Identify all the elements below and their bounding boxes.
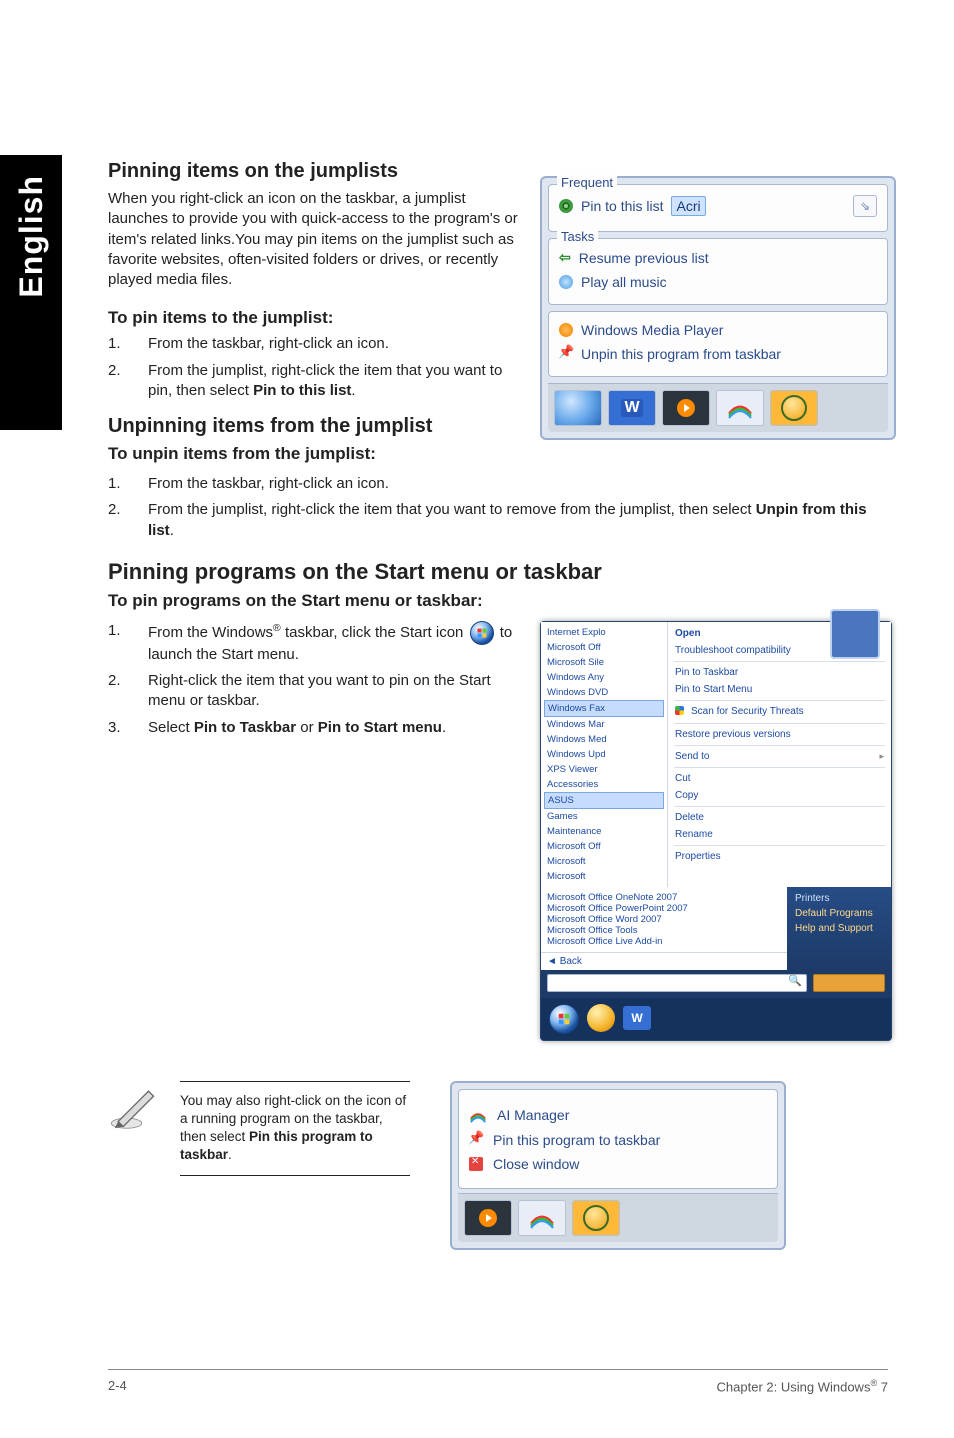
- jumplist-group-frequent: Frequent: [557, 175, 617, 190]
- jumplist-group-tasks: Tasks: [557, 229, 598, 244]
- history-icon: [559, 199, 573, 213]
- ai-suite-icon[interactable]: [770, 390, 818, 426]
- note-text: You may also right-click on the icon of …: [180, 1081, 410, 1176]
- ctx-sendto[interactable]: Send to▸: [670, 748, 889, 765]
- pin-item-app[interactable]: AI Manager: [469, 1102, 767, 1128]
- pin-item-pin[interactable]: Pin this program to taskbar: [469, 1128, 767, 1152]
- heading-pin-jumplist: Pinning items on the jumplists: [108, 160, 524, 183]
- ai-manager-icon: [469, 1106, 487, 1124]
- list-num: 1.: [108, 474, 126, 494]
- wmp-taskbar-icon[interactable]: [464, 1200, 512, 1236]
- start-menu-screenshot: Internet Explo Microsoft Off Microsoft S…: [540, 621, 892, 1041]
- start-right-link[interactable]: Printers: [793, 891, 885, 906]
- language-label: English: [13, 175, 50, 298]
- word-icon[interactable]: W: [608, 390, 656, 426]
- pin-program-screenshot: AI Manager Pin this program to taskbar C…: [450, 1081, 786, 1250]
- ctx-rename[interactable]: Rename: [670, 826, 889, 843]
- ai-manager-icon[interactable]: [518, 1200, 566, 1236]
- list-item: 1. From the Windows® taskbar, click the …: [108, 621, 524, 665]
- language-tab: English: [0, 155, 62, 430]
- play-icon: [559, 275, 573, 289]
- chapter-title: Chapter 2: Using Windows® 7: [717, 1378, 888, 1394]
- list-item: 3. Select Pin to Taskbar or Pin to Start…: [108, 718, 524, 738]
- start-orb-icon[interactable]: [549, 1004, 579, 1034]
- unpin-icon: [559, 347, 573, 361]
- resume-icon: ⇦: [559, 249, 571, 266]
- list-item: 1. From the taskbar, right-click an icon…: [108, 334, 524, 354]
- ctx-scan[interactable]: Scan for Security Threats: [670, 703, 889, 721]
- ai-suite-icon[interactable]: [572, 1200, 620, 1236]
- ctx-delete[interactable]: Delete: [670, 809, 889, 826]
- ctx-pin-start[interactable]: Pin to Start Menu: [670, 681, 889, 698]
- start-right-link[interactable]: Help and Support: [793, 921, 885, 936]
- heading-pin-programs: Pinning programs on the Start menu or ta…: [108, 559, 890, 585]
- list-num: 2.: [108, 361, 126, 402]
- ctx-restore[interactable]: Restore previous versions: [670, 726, 889, 743]
- start-left-pane: Internet Explo Microsoft Off Microsoft S…: [541, 622, 668, 887]
- ctx-properties[interactable]: Properties: [670, 848, 889, 865]
- list-num: 2.: [108, 500, 126, 541]
- wmp-icon: [559, 323, 573, 337]
- ctx-pin-taskbar[interactable]: Pin to Taskbar: [670, 664, 889, 681]
- user-avatar: [830, 609, 880, 659]
- jumplist-item-playall[interactable]: Play all music: [557, 270, 879, 294]
- list-num: 3.: [108, 718, 126, 738]
- shutdown-button[interactable]: [813, 974, 885, 992]
- start-orb-icon: [470, 621, 494, 645]
- jumplist-screenshot: Frequent Pin to this list Acri ⇘ Tasks ⇦…: [540, 176, 896, 440]
- heading-unpin-howto: To unpin items from the jumplist:: [108, 444, 524, 464]
- para-pin-jumplist-intro: When you right-click an icon on the task…: [108, 189, 524, 290]
- taskbar: W: [548, 383, 888, 432]
- ctx-cut[interactable]: Cut: [670, 770, 889, 787]
- ie-icon[interactable]: [587, 1004, 615, 1032]
- taskbar: [458, 1193, 778, 1242]
- shield-icon: [675, 706, 685, 718]
- ai-manager-icon[interactable]: [716, 390, 764, 426]
- jumplist-item-unpin[interactable]: Unpin this program from taskbar: [557, 342, 879, 366]
- jumplist-highlight: Acri: [671, 196, 705, 216]
- note-pencil-icon: [108, 1081, 162, 1140]
- page-footer: 2-4 Chapter 2: Using Windows® 7: [108, 1369, 888, 1394]
- list-num: 2.: [108, 671, 126, 712]
- pin-icon[interactable]: ⇘: [853, 195, 877, 217]
- list-num: 1.: [108, 621, 126, 665]
- jumplist-item-pin-to-list[interactable]: Pin to this list Acri ⇘: [557, 191, 879, 221]
- list-item: 1. From the taskbar, right-click an icon…: [108, 474, 890, 494]
- ie-icon[interactable]: [554, 390, 602, 426]
- start-right-link[interactable]: Default Programs: [793, 906, 885, 921]
- word-icon[interactable]: W: [623, 1006, 651, 1030]
- page-number: 2-4: [108, 1378, 127, 1394]
- jumplist-item-wmp[interactable]: Windows Media Player: [557, 318, 879, 342]
- heading-unpin-jumplist: Unpinning items from the jumplist: [108, 415, 524, 438]
- pin-icon: [469, 1133, 483, 1147]
- start-search-input[interactable]: [547, 974, 807, 992]
- wmp-taskbar-icon[interactable]: [662, 390, 710, 426]
- list-num: 1.: [108, 334, 126, 354]
- heading-pin-programs-howto: To pin programs on the Start menu or tas…: [108, 591, 890, 611]
- pin-item-close[interactable]: Close window: [469, 1152, 767, 1176]
- list-item: 2. Right-click the item that you want to…: [108, 671, 524, 712]
- close-icon: [469, 1157, 483, 1171]
- heading-pin-jumplist-howto: To pin items to the jumplist:: [108, 308, 524, 328]
- list-item: 2. From the jumplist, right-click the it…: [108, 361, 524, 402]
- ctx-copy[interactable]: Copy: [670, 787, 889, 804]
- start-back-button[interactable]: ◄ Back: [541, 952, 787, 970]
- chevron-right-icon: ▸: [879, 751, 884, 762]
- context-menu: Open Troubleshoot compatibility Pin to T…: [668, 622, 891, 887]
- jumplist-item-resume[interactable]: ⇦ Resume previous list: [557, 245, 879, 270]
- list-item: 2. From the jumplist, right-click the it…: [108, 500, 890, 541]
